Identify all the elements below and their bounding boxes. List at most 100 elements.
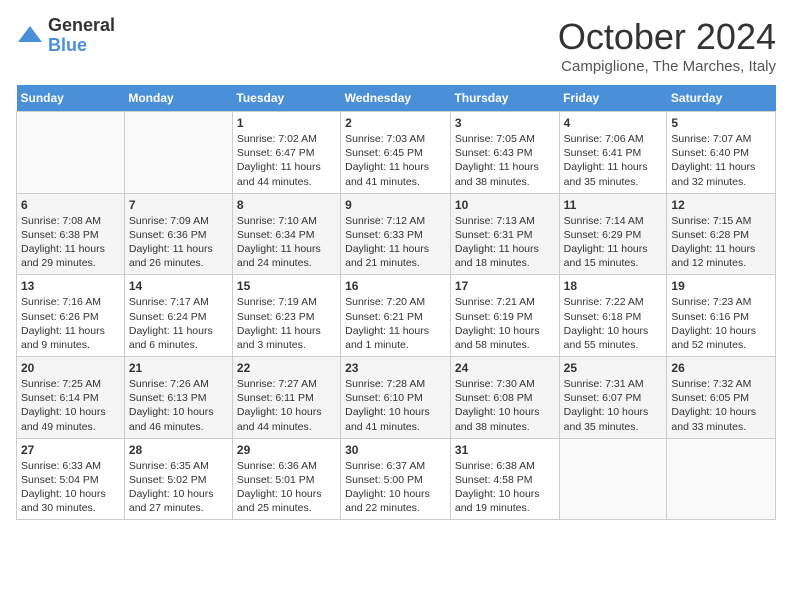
calendar-cell: 31 Sunrise: 6:38 AM Sunset: 4:58 PM Dayli… [450, 438, 559, 520]
day-number: 12 [671, 198, 771, 212]
day-info: Sunrise: 7:06 AM Sunset: 6:41 PM Dayligh… [564, 132, 663, 189]
calendar-cell: 10 Sunrise: 7:13 AM Sunset: 6:31 PM Dayli… [450, 193, 559, 275]
calendar-week-row: 20 Sunrise: 7:25 AM Sunset: 6:14 PM Dayli… [17, 357, 776, 439]
calendar-cell: 8 Sunrise: 7:10 AM Sunset: 6:34 PM Daylig… [232, 193, 340, 275]
day-info: Sunrise: 7:05 AM Sunset: 6:43 PM Dayligh… [455, 132, 555, 189]
day-info: Sunrise: 7:07 AM Sunset: 6:40 PM Dayligh… [671, 132, 771, 189]
col-header-friday: Friday [559, 85, 667, 112]
calendar-week-row: 13 Sunrise: 7:16 AM Sunset: 6:26 PM Dayli… [17, 275, 776, 357]
day-number: 20 [21, 361, 120, 375]
calendar-cell: 1 Sunrise: 7:02 AM Sunset: 6:47 PM Daylig… [232, 112, 340, 194]
calendar-cell: 7 Sunrise: 7:09 AM Sunset: 6:36 PM Daylig… [124, 193, 232, 275]
day-number: 14 [129, 279, 228, 293]
day-info: Sunrise: 7:31 AM Sunset: 6:07 PM Dayligh… [564, 377, 663, 434]
calendar-cell [17, 112, 125, 194]
calendar-cell: 17Sunrise: 7:21 AM Sunset: 6:19 PM Dayli… [450, 275, 559, 357]
calendar-cell: 20 Sunrise: 7:25 AM Sunset: 6:14 PM Dayli… [17, 357, 125, 439]
col-header-monday: Monday [124, 85, 232, 112]
day-number: 6 [21, 198, 120, 212]
calendar-cell: 19 Sunrise: 7:23 AM Sunset: 6:16 PM Dayli… [667, 275, 776, 357]
calendar-cell: 9Sunrise: 7:12 AM Sunset: 6:33 PM Daylig… [341, 193, 451, 275]
day-info: Sunrise: 7:10 AM Sunset: 6:34 PM Dayligh… [237, 214, 336, 271]
col-header-saturday: Saturday [667, 85, 776, 112]
day-info: Sunrise: 7:27 AM Sunset: 6:11 PM Dayligh… [237, 377, 336, 434]
calendar-cell: 23 Sunrise: 7:28 AM Sunset: 6:10 PM Dayli… [341, 357, 451, 439]
calendar-cell: 15 Sunrise: 7:19 AM Sunset: 6:23 PM Dayli… [232, 275, 340, 357]
calendar-cell: 24 Sunrise: 7:30 AM Sunset: 6:08 PM Dayli… [450, 357, 559, 439]
day-info: Sunrise: 7:25 AM Sunset: 6:14 PM Dayligh… [21, 377, 120, 434]
day-number: 25 [564, 361, 663, 375]
day-number: 29 [237, 443, 336, 457]
day-number: 8 [237, 198, 336, 212]
day-info: Sunrise: 7:14 AM Sunset: 6:29 PM Dayligh… [564, 214, 663, 271]
day-number: 13 [21, 279, 120, 293]
calendar-cell: 26 Sunrise: 7:32 AM Sunset: 6:05 PM Dayli… [667, 357, 776, 439]
day-info: Sunrise: 7:02 AM Sunset: 6:47 PM Dayligh… [237, 132, 336, 189]
day-info: Sunrise: 7:23 AM Sunset: 6:16 PM Dayligh… [671, 295, 771, 352]
calendar-table: SundayMondayTuesdayWednesdayThursdayFrid… [16, 85, 776, 520]
logo-blue: Blue [48, 36, 115, 56]
day-info: Sunrise: 7:26 AM Sunset: 6:13 PM Dayligh… [129, 377, 228, 434]
day-info: Sunrise: 7:32 AM Sunset: 6:05 PM Dayligh… [671, 377, 771, 434]
day-info: Sunrise: 7:13 AM Sunset: 6:31 PM Dayligh… [455, 214, 555, 271]
day-info: Sunrise: 7:28 AM Sunset: 6:10 PM Dayligh… [345, 377, 446, 434]
col-header-sunday: Sunday [17, 85, 125, 112]
day-number: 15 [237, 279, 336, 293]
day-number: 24 [455, 361, 555, 375]
day-info: Sunrise: 7:08 AM Sunset: 6:38 PM Dayligh… [21, 214, 120, 271]
col-header-thursday: Thursday [450, 85, 559, 112]
calendar-cell: 30 Sunrise: 6:37 AM Sunset: 5:00 PM Dayli… [341, 438, 451, 520]
day-number: 10 [455, 198, 555, 212]
day-info: Sunrise: 6:35 AM Sunset: 5:02 PM Dayligh… [129, 459, 228, 516]
calendar-cell: 11Sunrise: 7:14 AM Sunset: 6:29 PM Dayli… [559, 193, 667, 275]
calendar-cell: 3Sunrise: 7:05 AM Sunset: 6:43 PM Daylig… [450, 112, 559, 194]
day-number: 28 [129, 443, 228, 457]
calendar-cell: 4 Sunrise: 7:06 AM Sunset: 6:41 PM Daylig… [559, 112, 667, 194]
day-number: 31 [455, 443, 555, 457]
day-info: Sunrise: 7:03 AM Sunset: 6:45 PM Dayligh… [345, 132, 446, 189]
day-info: Sunrise: 7:17 AM Sunset: 6:24 PM Dayligh… [129, 295, 228, 352]
calendar-cell: 12 Sunrise: 7:15 AM Sunset: 6:28 PM Dayli… [667, 193, 776, 275]
calendar-cell: 29 Sunrise: 6:36 AM Sunset: 5:01 PM Dayli… [232, 438, 340, 520]
day-number: 17 [455, 279, 555, 293]
day-number: 21 [129, 361, 228, 375]
day-info: Sunrise: 7:30 AM Sunset: 6:08 PM Dayligh… [455, 377, 555, 434]
logo-text: General Blue [48, 16, 115, 56]
calendar-week-row: 1 Sunrise: 7:02 AM Sunset: 6:47 PM Daylig… [17, 112, 776, 194]
calendar-cell: 16 Sunrise: 7:20 AM Sunset: 6:21 PM Dayli… [341, 275, 451, 357]
day-number: 27 [21, 443, 120, 457]
title-section: October 2024 Campiglione, The Marches, I… [558, 16, 776, 75]
calendar-cell [559, 438, 667, 520]
day-info: Sunrise: 6:38 AM Sunset: 4:58 PM Dayligh… [455, 459, 555, 516]
day-number: 5 [671, 116, 771, 130]
calendar-cell: 2 Sunrise: 7:03 AM Sunset: 6:45 PM Daylig… [341, 112, 451, 194]
calendar-cell: 5 Sunrise: 7:07 AM Sunset: 6:40 PM Daylig… [667, 112, 776, 194]
day-info: Sunrise: 7:15 AM Sunset: 6:28 PM Dayligh… [671, 214, 771, 271]
day-info: Sunrise: 6:37 AM Sunset: 5:00 PM Dayligh… [345, 459, 446, 516]
day-number: 22 [237, 361, 336, 375]
calendar-cell [667, 438, 776, 520]
day-number: 26 [671, 361, 771, 375]
calendar-header-row: SundayMondayTuesdayWednesdayThursdayFrid… [17, 85, 776, 112]
month-title: October 2024 [558, 16, 776, 58]
calendar-week-row: 27 Sunrise: 6:33 AM Sunset: 5:04 PM Dayli… [17, 438, 776, 520]
calendar-week-row: 6 Sunrise: 7:08 AM Sunset: 6:38 PM Daylig… [17, 193, 776, 275]
day-number: 16 [345, 279, 446, 293]
day-number: 23 [345, 361, 446, 375]
day-number: 4 [564, 116, 663, 130]
day-info: Sunrise: 7:20 AM Sunset: 6:21 PM Dayligh… [345, 295, 446, 352]
day-number: 19 [671, 279, 771, 293]
day-info: Sunrise: 7:09 AM Sunset: 6:36 PM Dayligh… [129, 214, 228, 271]
day-number: 7 [129, 198, 228, 212]
logo: General Blue [16, 16, 115, 56]
day-number: 18 [564, 279, 663, 293]
calendar-cell [124, 112, 232, 194]
day-info: Sunrise: 6:36 AM Sunset: 5:01 PM Dayligh… [237, 459, 336, 516]
day-number: 2 [345, 116, 446, 130]
day-number: 1 [237, 116, 336, 130]
day-info: Sunrise: 7:16 AM Sunset: 6:26 PM Dayligh… [21, 295, 120, 352]
day-info: Sunrise: 7:19 AM Sunset: 6:23 PM Dayligh… [237, 295, 336, 352]
day-info: Sunrise: 6:33 AM Sunset: 5:04 PM Dayligh… [21, 459, 120, 516]
col-header-tuesday: Tuesday [232, 85, 340, 112]
day-number: 30 [345, 443, 446, 457]
